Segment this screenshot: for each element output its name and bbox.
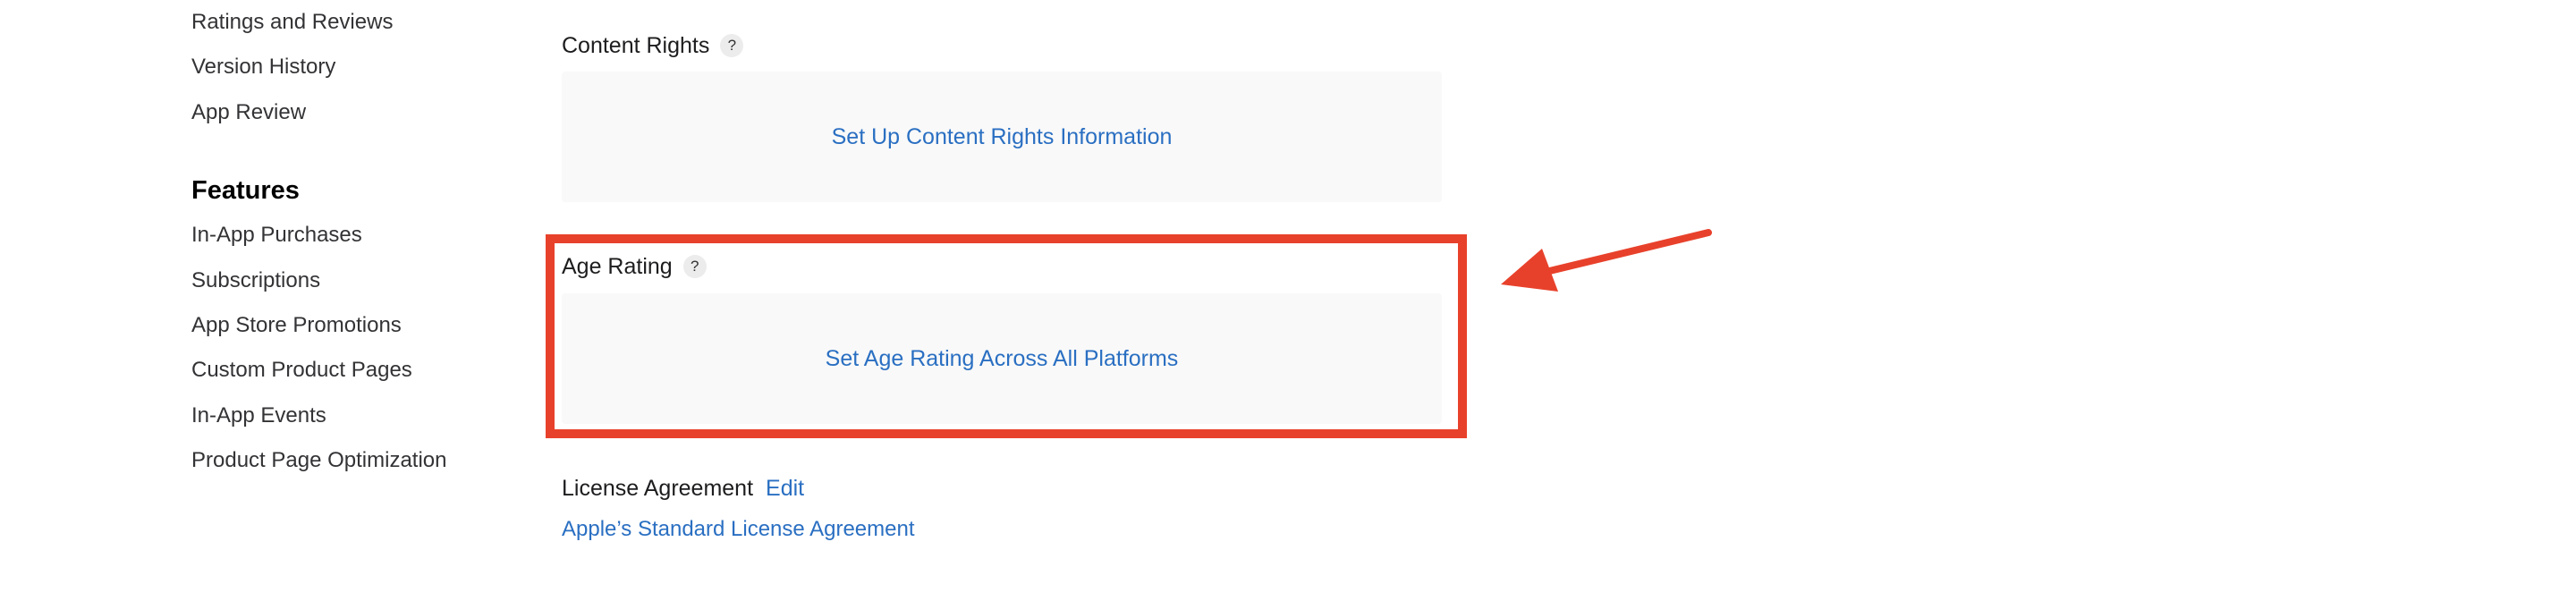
standard-license-agreement-link[interactable]: Apple’s Standard License Agreement xyxy=(562,517,915,542)
age-rating-panel: Set Age Rating Across All Platforms xyxy=(562,293,1442,424)
sidebar-item-product-page-optimization[interactable]: Product Page Optimization xyxy=(191,448,446,473)
content-rights-header: Content Rights ? xyxy=(562,32,744,59)
sidebar-item-app-review[interactable]: App Review xyxy=(191,100,306,125)
app-store-connect-page: Ratings and Reviews Version History App … xyxy=(0,0,2576,601)
content-rights-panel: Set Up Content Rights Information xyxy=(562,72,1442,202)
set-up-content-rights-link[interactable]: Set Up Content Rights Information xyxy=(832,124,1173,150)
arrow-annotation-icon xyxy=(1501,229,1712,292)
sidebar-item-version-history[interactable]: Version History xyxy=(191,55,335,80)
sidebar-heading-features: Features xyxy=(191,176,300,205)
content-rights-title: Content Rights xyxy=(562,33,710,58)
edit-license-button[interactable]: Edit xyxy=(766,475,804,502)
age-rating-header: Age Rating ? xyxy=(562,253,707,280)
age-rating-title: Age Rating xyxy=(562,254,673,279)
sidebar-item-subscriptions[interactable]: Subscriptions xyxy=(191,268,320,293)
sidebar-item-in-app-purchases[interactable]: In-App Purchases xyxy=(191,223,362,248)
help-icon[interactable]: ? xyxy=(720,34,744,57)
sidebar-item-in-app-events[interactable]: In-App Events xyxy=(191,403,326,428)
set-age-rating-link[interactable]: Set Age Rating Across All Platforms xyxy=(826,346,1179,372)
help-icon[interactable]: ? xyxy=(682,255,707,278)
sidebar-item-custom-product-pages[interactable]: Custom Product Pages xyxy=(191,358,412,383)
license-agreement-title: License Agreement xyxy=(562,476,754,501)
sidebar-item-app-store-promotions[interactable]: App Store Promotions xyxy=(191,313,402,338)
license-agreement-header: License Agreement Edit xyxy=(562,475,804,502)
sidebar-item-ratings-and-reviews[interactable]: Ratings and Reviews xyxy=(191,10,393,35)
